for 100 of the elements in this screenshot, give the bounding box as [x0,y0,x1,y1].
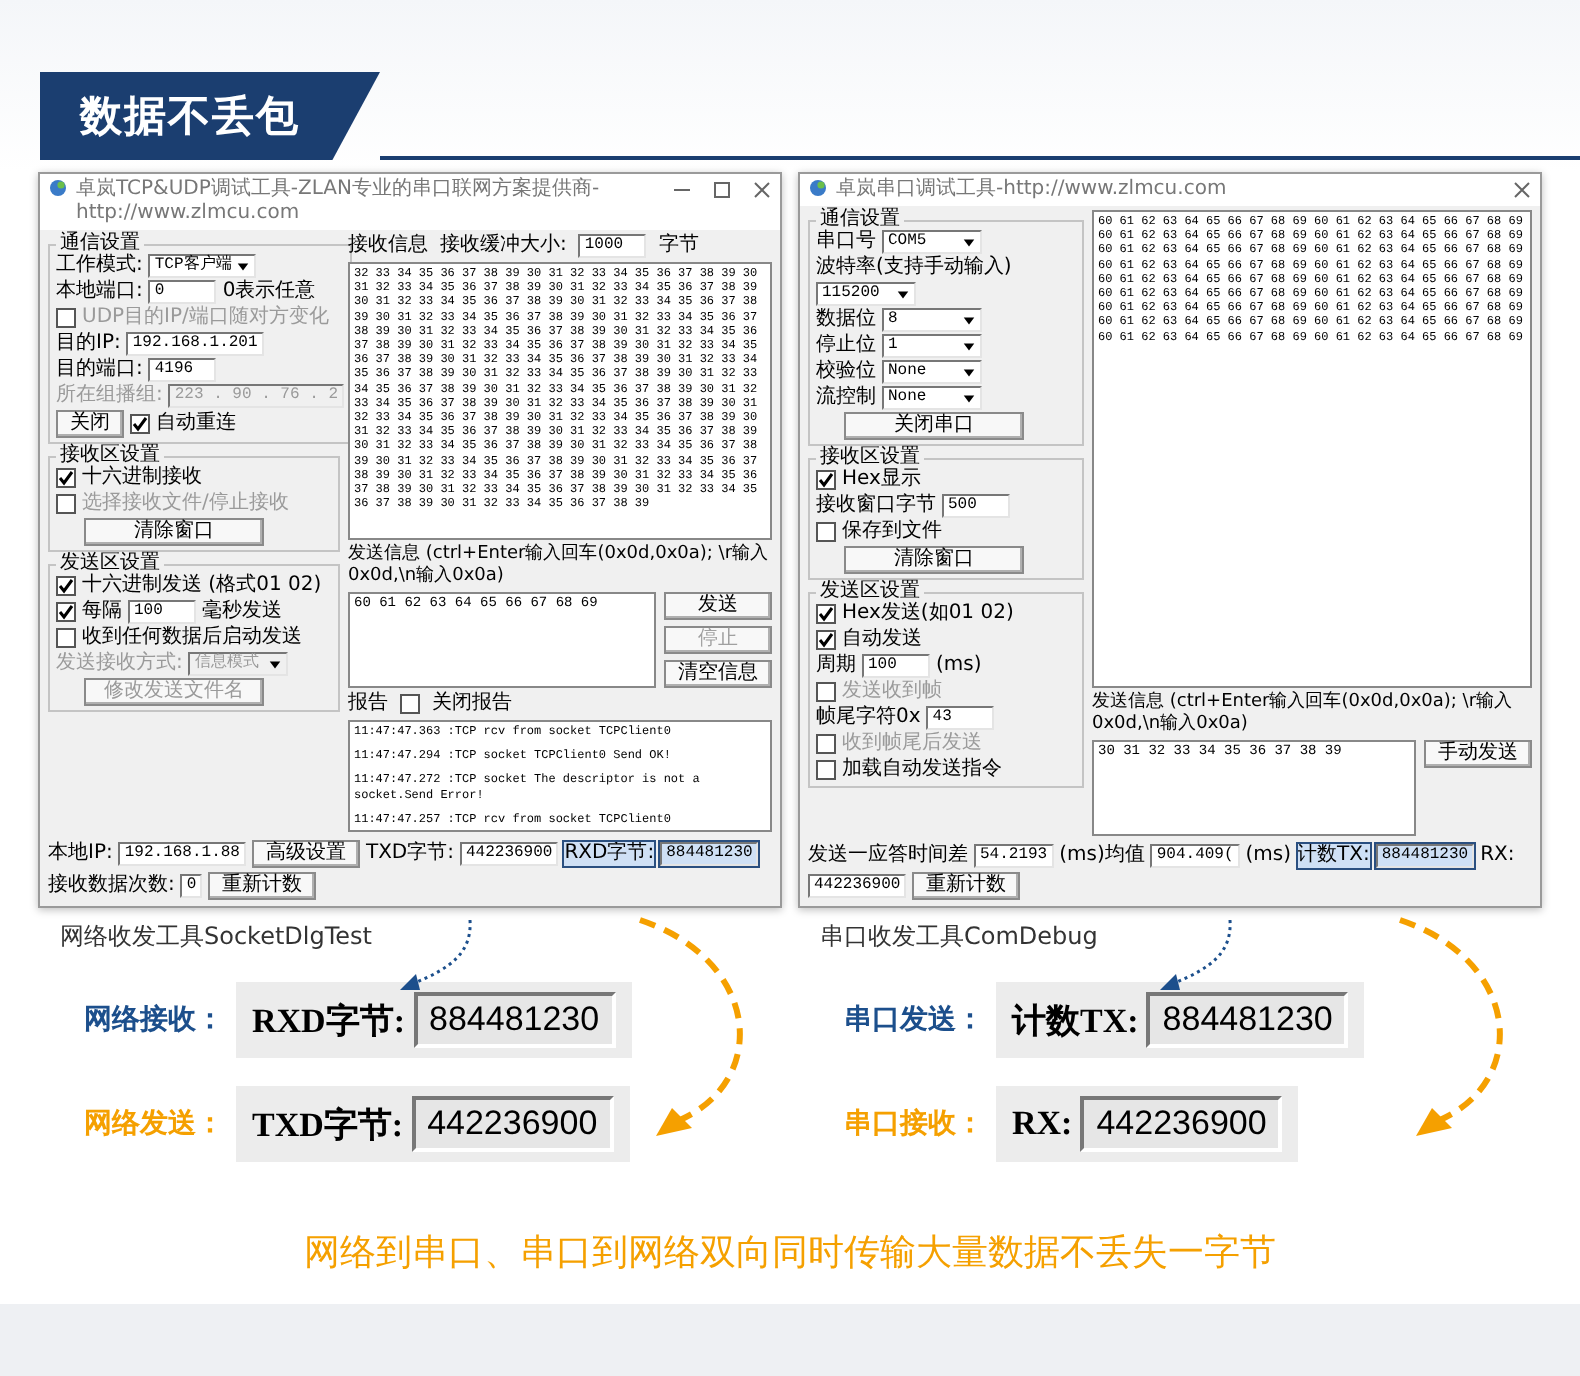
tool-caption: 网络收发工具SocketDlgTest [60,920,372,954]
dropdown[interactable]: 1 [882,334,982,358]
action-button[interactable]: 清空信息 [664,660,772,688]
window-title: 卓岚串口调试工具-http://www.zlmcu.com [836,178,1229,202]
field-label: 流控制 [816,386,876,410]
group-title: 发送区设置 [818,582,922,602]
value-field: 442236900 [411,1096,614,1152]
dropdown[interactable]: 115200 [816,282,916,306]
input-field[interactable]: 192.168.1.88 [118,842,246,866]
checkbox[interactable] [816,522,836,542]
input-field[interactable]: 192.168.1.201 [126,332,264,356]
action-button[interactable]: 关闭串口 [844,412,1024,440]
group-title: 通信设置 [820,210,902,230]
app-icon [48,178,68,198]
field-label: 接收窗口字节 [816,494,936,518]
action-button[interactable]: 手动发送 [1424,740,1532,768]
status-label: (ms) [1245,844,1292,868]
status-label: 计数TX: [1297,844,1370,868]
input-field[interactable]: 100 [862,654,930,678]
dropdown[interactable]: None [882,360,982,384]
field-label: RXD字节: [252,999,405,1043]
input-field[interactable]: 0 [148,280,217,304]
field-label: 停止位 [816,334,876,358]
status-label: RXD字节: [564,842,655,866]
window-title: 卓岚TCP&UDP调试工具-ZLAN专业的串口联网方案提供商-http://www.zlmcu.com [76,178,602,226]
group-title: 接收区设置 [818,448,922,468]
input-field[interactable]: 4196 [148,358,217,382]
input-field[interactable]: 500 [942,494,1010,518]
field-label: 本地端口: [56,280,143,304]
close-button[interactable] [752,180,772,200]
action-button[interactable]: 高级设置 [251,840,360,868]
checkbox-label: 发送收到帧 [842,680,942,704]
field-label: RX: [1012,1104,1073,1144]
maximize-button[interactable] [712,180,732,200]
checkbox-label: UDP目的IP/端口随对方变化 [82,306,329,330]
field-label: 帧尾字符0x [816,706,921,730]
checkbox[interactable] [56,628,76,648]
checkbox[interactable] [56,602,76,622]
field-note: 0表示任意 [222,280,316,304]
checkbox[interactable] [56,576,76,596]
action-button[interactable]: 重新计数 [912,872,1021,900]
action-button[interactable]: 清除窗口 [844,546,1024,574]
input-field[interactable]: 43 [926,706,995,730]
input-field[interactable]: 1000 [578,234,647,258]
input-field[interactable]: 442236900 [460,842,559,866]
field-label: 目的IP: [56,332,121,356]
action-button[interactable]: 发送 [664,592,772,620]
status-label: 字节 [658,234,699,258]
banner-title: 数据不丢包 [40,72,380,160]
input-field[interactable]: 100 [128,600,196,624]
checkbox-label: 十六进制发送 (格式01 02) [82,574,322,598]
action-button[interactable]: 重新计数 [208,872,317,900]
value-field: 884481230 [413,992,616,1048]
checkbox-label: 十六进制接收 [82,466,202,490]
input-field[interactable]: 884481230 [1375,844,1475,868]
checkbox-label: 收到帧尾后发送 [842,732,982,756]
input-field[interactable]: 0 [180,874,203,898]
checkbox[interactable] [400,694,420,714]
checkbox-label: 选择接收文件/停止接收 [82,492,289,516]
tool-caption: 串口收发工具ComDebug [820,920,1098,954]
action-button[interactable]: 清除窗口 [84,518,264,546]
field-label: 周期 [816,654,856,678]
checkbox-label: 收到任何数据后启动发送 [82,626,302,650]
group-title: 接收区设置 [58,446,160,466]
caret-icon [268,657,283,671]
input-field[interactable]: 54.2193 [974,844,1054,868]
checkbox[interactable] [56,468,76,488]
input-field[interactable]: 904.409( [1150,844,1240,868]
field-label: 工作模式: [56,254,143,278]
dropdown[interactable]: TCP客户端 [148,254,256,278]
input-field[interactable]: 442236900 [808,874,907,898]
status-label: 接收数据次数: [48,874,175,898]
checkbox[interactable] [816,630,836,650]
field-note: 毫秒发送 [202,600,282,624]
checkbox-label: Hex显示 [842,468,921,492]
checkbox-label: 加载自动发送指令 [842,758,1002,782]
status-label: 接收缓冲大小: [440,234,567,258]
checkbox[interactable] [816,604,836,624]
close-button[interactable] [1512,180,1532,200]
dropdown[interactable]: None [882,386,982,410]
field-label: 计数TX: [1012,999,1139,1043]
value-field: 884481230 [1146,992,1349,1048]
dotted-arrow [400,920,472,990]
caret-icon [235,259,250,273]
action-button[interactable]: 关闭 [56,410,124,438]
dropdown[interactable]: 8 [882,308,982,332]
checkbox[interactable] [816,470,836,490]
input-field[interactable]: 884481230 [660,842,759,866]
dropdown[interactable]: COM5 [882,230,982,254]
checkbox[interactable] [130,414,150,434]
group-title: 通信设置 [58,234,142,254]
report-label: 报告 [348,692,388,716]
checkbox[interactable] [816,760,836,780]
checkbox-label: 自动重连 [156,412,236,436]
checkbox-label: 保存到文件 [842,520,942,544]
group-title: 发送区设置 [58,554,160,574]
checkbox-label: Hex发送(如01 02) [842,602,1014,626]
status-label: 接收信息 [348,234,428,258]
status-label: 发送一应答时间差 [808,844,968,868]
field-label: 发送接收方式: [56,652,183,676]
